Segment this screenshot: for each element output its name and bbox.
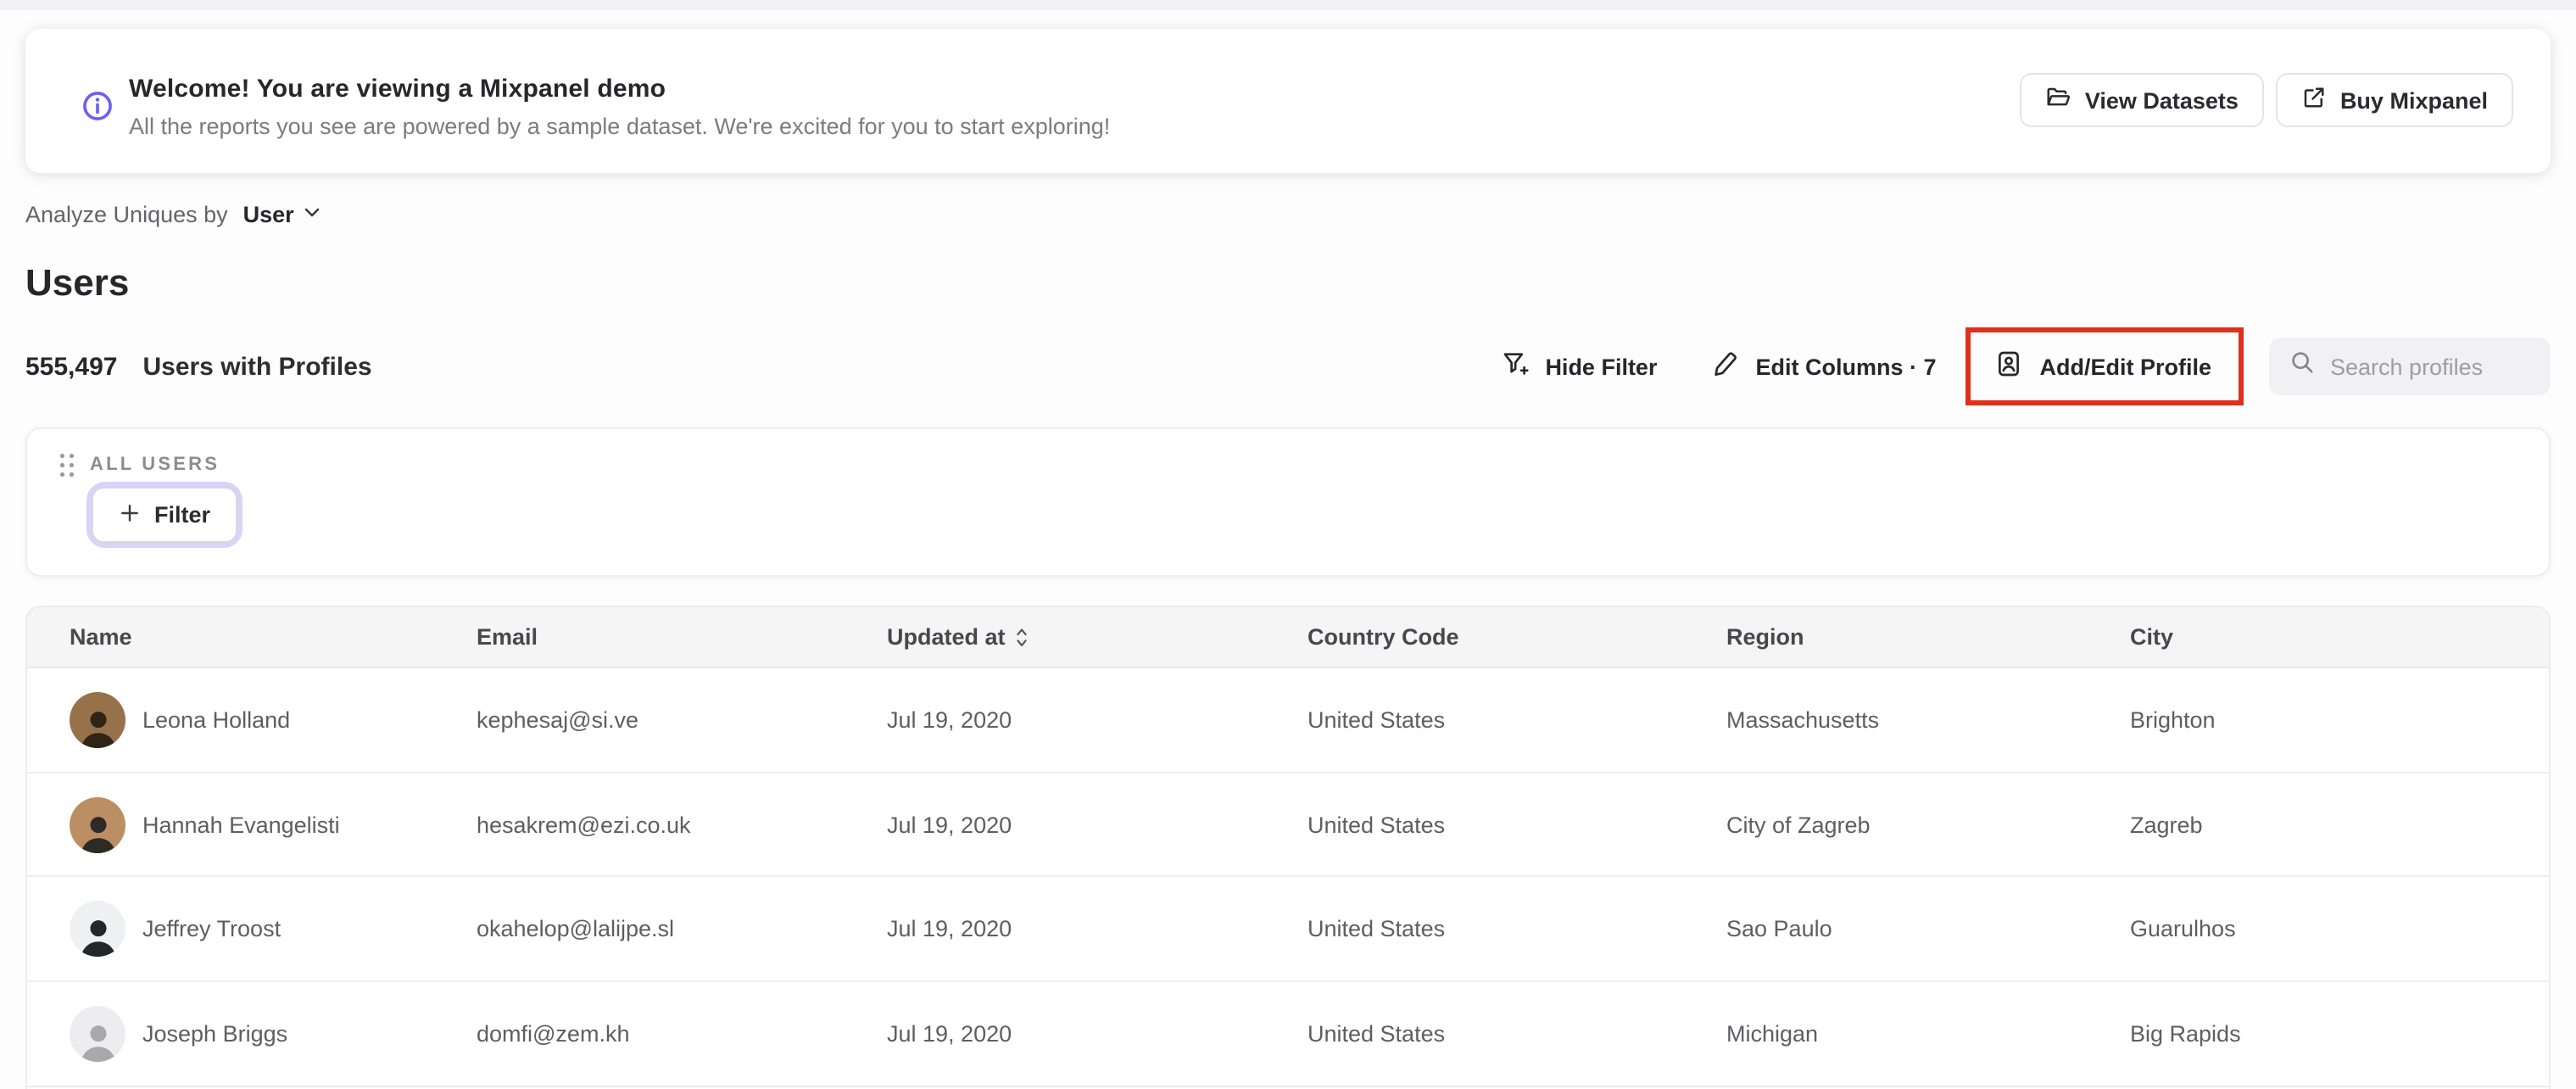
edit-columns-label: Edit Columns · 7 <box>1755 354 1937 379</box>
view-datasets-label: View Datasets <box>2084 87 2239 113</box>
add-filter-button[interactable]: Filter <box>92 487 238 543</box>
chevron-down-icon <box>303 202 323 227</box>
column-header-updated-at[interactable]: Updated at <box>887 624 1308 650</box>
view-datasets-button[interactable]: View Datasets <box>2020 73 2264 127</box>
banner-text: Welcome! You are viewing a Mixpanel demo… <box>129 75 1110 139</box>
filter-group-label: ALL USERS <box>90 455 220 475</box>
user-region: City of Zagreb <box>1726 812 1871 838</box>
user-name: Joseph Briggs <box>142 1020 288 1047</box>
table-row[interactable]: Leona Holland kephesaj@si.ve Jul 19, 202… <box>27 668 2549 773</box>
search-profiles-input[interactable] <box>2330 354 2530 379</box>
column-header-country-code[interactable]: Country Code <box>1308 624 1726 650</box>
table-body: Leona Holland kephesaj@si.ve Jul 19, 202… <box>27 668 2549 1087</box>
search-profiles-box[interactable] <box>2269 338 2551 395</box>
user-country-code: United States <box>1308 916 1446 942</box>
edit-columns-button[interactable]: Edit Columns · 7 <box>1708 343 1939 390</box>
user-city: Zagreb <box>2130 812 2203 838</box>
user-country-code: United States <box>1308 1020 1446 1047</box>
user-region: Massachusetts <box>1726 706 1880 733</box>
user-email: kephesaj@si.ve <box>477 706 639 733</box>
avatar <box>70 1005 125 1062</box>
add-edit-profile-button[interactable]: Add/Edit Profile <box>1991 343 2216 390</box>
search-icon <box>2289 349 2315 383</box>
analyze-uniques-row: Analyze Uniques by User <box>25 202 323 227</box>
column-header-email[interactable]: Email <box>477 624 887 650</box>
banner-title: Welcome! You are viewing a Mixpanel demo <box>129 75 666 103</box>
column-header-region[interactable]: Region <box>1726 624 2130 650</box>
avatar <box>70 901 125 958</box>
table-header-row: Name Email Updated at Country Code Regio… <box>27 607 2549 668</box>
user-email: hesakrem@ezi.co.uk <box>477 812 691 838</box>
avatar <box>70 691 125 748</box>
user-name: Leona Holland <box>142 706 291 733</box>
sort-icon <box>1012 625 1031 649</box>
drag-handle-icon[interactable] <box>58 451 76 478</box>
profiles-count: 555,497 <box>25 352 118 381</box>
banner-subtitle: All the reports you see are powered by a… <box>129 114 1111 139</box>
funnel-plus-icon <box>1501 349 1530 383</box>
user-region: Michigan <box>1726 1020 1819 1047</box>
users-table: Name Email Updated at Country Code Regio… <box>25 606 2551 1089</box>
user-updated-at: Jul 19, 2020 <box>887 1020 1012 1047</box>
user-email: okahelop@lalijpe.sl <box>477 916 675 942</box>
add-filter-label: Filter <box>154 502 211 528</box>
analyze-uniques-value: User <box>243 202 294 227</box>
user-updated-at: Jul 19, 2020 <box>887 916 1012 942</box>
demo-banner: Welcome! You are viewing a Mixpanel demo… <box>25 29 2551 173</box>
analyze-uniques-select[interactable]: User <box>243 202 323 227</box>
top-divider <box>0 0 2576 10</box>
table-row[interactable]: Jeffrey Troost okahelop@lalijpe.sl Jul 1… <box>27 878 2549 983</box>
analyze-uniques-label: Analyze Uniques by <box>25 202 228 227</box>
filter-button-focus-ring: Filter <box>86 482 243 548</box>
profiles-count-label: Users with Profiles <box>142 352 372 381</box>
user-country-code: United States <box>1308 706 1446 733</box>
summary-toolbar-row: 555,497 Users with Profiles Hide Filter <box>25 327 2551 405</box>
external-link-icon <box>2301 85 2327 115</box>
column-header-city[interactable]: City <box>2130 624 2549 650</box>
user-name: Hannah Evangelisti <box>142 812 340 838</box>
user-updated-at: Jul 19, 2020 <box>887 706 1012 733</box>
filter-group-header: ALL USERS <box>58 451 220 478</box>
user-updated-at: Jul 19, 2020 <box>887 812 1012 838</box>
add-edit-profile-label: Add/Edit Profile <box>2039 354 2212 379</box>
info-icon <box>81 90 114 122</box>
table-row[interactable]: Hannah Evangelisti hesakrem@ezi.co.uk Ju… <box>27 773 2549 878</box>
buy-mixpanel-button[interactable]: Buy Mixpanel <box>2275 73 2513 127</box>
user-country-code: United States <box>1308 812 1446 838</box>
hide-filter-button[interactable]: Hide Filter <box>1497 343 1660 390</box>
banner-actions: View Datasets Buy Mixpanel <box>2020 73 2513 127</box>
table-row[interactable]: Joseph Briggs domfi@zem.kh Jul 19, 2020 … <box>27 982 2549 1087</box>
add-edit-profile-highlight: Add/Edit Profile <box>1965 327 2244 405</box>
hide-filter-label: Hide Filter <box>1545 354 1658 379</box>
mixpanel-users-page: Welcome! You are viewing a Mixpanel demo… <box>0 0 2576 1089</box>
avatar <box>70 796 125 853</box>
profile-card-icon <box>1994 349 2023 383</box>
user-city: Big Rapids <box>2130 1020 2241 1047</box>
table-toolbar: Hide Filter Edit Columns · 7 Add/Edit Pr… <box>1497 327 2551 405</box>
user-region: Sao Paulo <box>1726 916 1832 942</box>
column-header-name[interactable]: Name <box>70 624 477 650</box>
plus-icon <box>119 501 141 528</box>
pencil-icon <box>1711 349 1740 383</box>
page-title: Users <box>25 261 130 304</box>
buy-mixpanel-label: Buy Mixpanel <box>2339 87 2488 113</box>
user-city: Guarulhos <box>2130 916 2236 942</box>
user-email: domfi@zem.kh <box>477 1020 630 1047</box>
user-city: Brighton <box>2130 706 2216 733</box>
folder-icon <box>2046 85 2071 115</box>
filter-panel: ALL USERS Filter <box>25 427 2551 577</box>
user-name: Jeffrey Troost <box>142 916 282 942</box>
